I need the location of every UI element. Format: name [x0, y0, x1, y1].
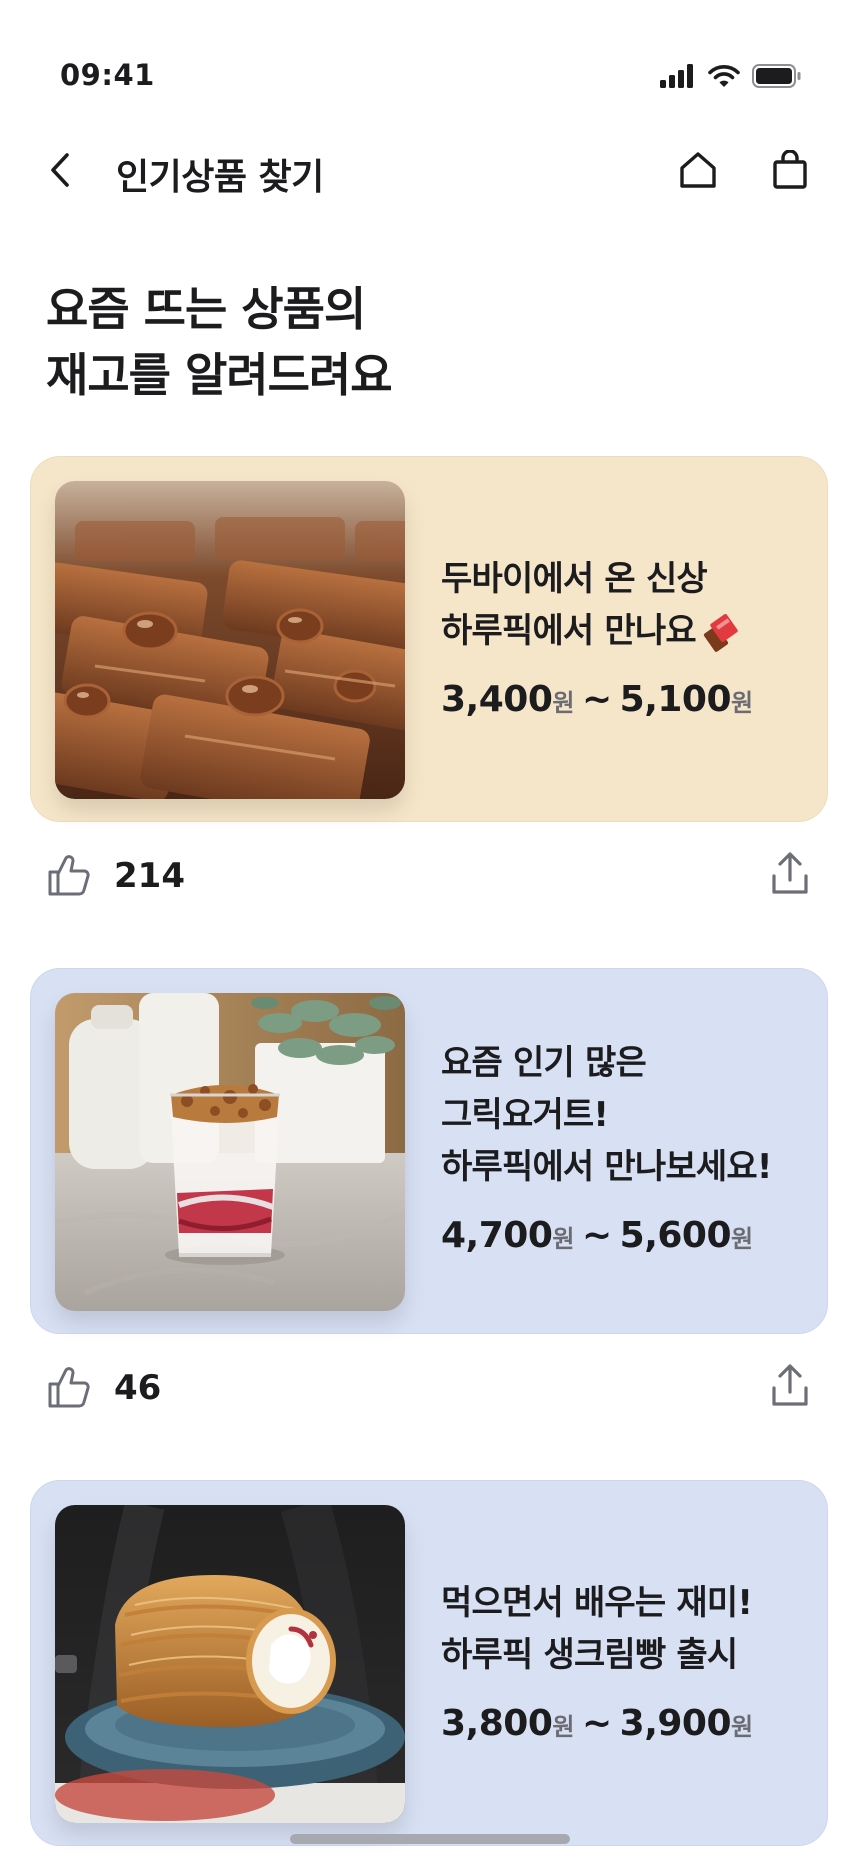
chevron-left-icon — [51, 153, 69, 187]
currency-unit: 원 — [552, 1225, 574, 1253]
price-separator: ~ — [581, 679, 612, 720]
currency-unit: 원 — [731, 1225, 753, 1253]
headline-line-2: 재고를 알려드려요 — [46, 348, 393, 402]
price-separator: ~ — [581, 1215, 612, 1256]
status-icons — [660, 64, 802, 88]
price-min: 3,400 — [441, 679, 553, 720]
product-card-cream-bread[interactable]: 먹으면서 배우는 재미! 하루픽 생크림빵 출시 3,800원 ~3,900원 — [30, 1480, 828, 1846]
thumbs-up-icon[interactable] — [46, 852, 92, 898]
thumbs-up-icon[interactable] — [46, 1364, 92, 1410]
price-min: 4,700 — [441, 1215, 553, 1256]
currency-unit: 원 — [552, 1713, 574, 1741]
price-max: 5,100 — [619, 679, 732, 720]
price-max: 5,600 — [619, 1215, 732, 1256]
page-title: 인기상품 찾기 — [116, 157, 324, 198]
cellular-signal-icon — [660, 64, 693, 88]
price-max: 3,900 — [619, 1703, 732, 1744]
reaction-row: 46 — [0, 1358, 860, 1418]
wifi-icon — [708, 65, 740, 87]
like-count: 46 — [114, 1368, 162, 1408]
product-title: 먹으면서 배우는 재미! 하루픽 생크림빵 출시 — [441, 1577, 807, 1681]
product-card-greek-yogurt[interactable]: 요즘 인기 많은 그릭요거트! 하루픽에서 만나보세요! 4,700원 ~5,60… — [30, 968, 828, 1334]
product-image-chocolate — [55, 481, 405, 799]
price-range: 4,700원 ~5,600원 — [441, 1215, 807, 1256]
reaction-row: 214 — [0, 846, 860, 906]
price-range: 3,800원 ~3,900원 — [441, 1703, 807, 1744]
battery-icon — [752, 64, 801, 88]
currency-unit: 원 — [552, 689, 574, 717]
back-button[interactable] — [40, 148, 80, 192]
share-icon[interactable] — [766, 1362, 814, 1410]
like-count: 214 — [114, 856, 185, 896]
price-separator: ~ — [581, 1703, 612, 1744]
product-image-greek-yogurt — [55, 993, 405, 1311]
product-title-line-2: 하루픽 생크림빵 출시 — [441, 1635, 738, 1675]
share-icon[interactable] — [766, 850, 814, 898]
home-indicator[interactable] — [290, 1834, 570, 1844]
product-info: 두바이에서 온 신상 하루픽에서 만나요 3,400원 ~5,100원 — [441, 553, 807, 720]
nav-bar: 인기상품 찾기 — [0, 130, 860, 210]
chocolate-bar-emoji-icon — [703, 613, 738, 652]
currency-unit: 원 — [731, 689, 753, 717]
home-button[interactable] — [674, 146, 722, 194]
currency-unit: 원 — [731, 1713, 753, 1741]
product-title-line-1: 두바이에서 온 신상 — [441, 559, 708, 599]
screen: 09:41 인기상품 찾기 요즘 뜨는 상품의 재고를 알려드려요 두바이에서 … — [0, 0, 860, 1864]
product-title-line-2-text: 하루픽에서 만나요 — [441, 611, 697, 651]
product-info: 먹으면서 배우는 재미! 하루픽 생크림빵 출시 3,800원 ~3,900원 — [441, 1577, 807, 1744]
status-time: 09:41 — [60, 58, 155, 92]
cart-button[interactable] — [766, 146, 814, 194]
product-title-line-1: 먹으면서 배우는 재미! — [441, 1583, 753, 1623]
product-title-line-2: 그릭요거트! — [441, 1095, 609, 1135]
product-title: 두바이에서 온 신상 하루픽에서 만나요 — [441, 553, 807, 657]
product-card-dubai-chocolate[interactable]: 두바이에서 온 신상 하루픽에서 만나요 3,400원 ~5,100원 — [30, 456, 828, 822]
headline-line-1: 요즘 뜨는 상품의 — [46, 282, 366, 336]
product-image-cream-bread — [55, 1505, 405, 1823]
product-title-line-2: 하루픽에서 만나요 — [441, 605, 807, 657]
price-min: 3,800 — [441, 1703, 553, 1744]
product-title-line-1: 요즘 인기 많은 — [441, 1043, 647, 1083]
headline: 요즘 뜨는 상품의 재고를 알려드려요 — [46, 276, 393, 408]
product-info: 요즘 인기 많은 그릭요거트! 하루픽에서 만나보세요! 4,700원 ~5,60… — [441, 1037, 807, 1256]
shopping-bag-icon — [773, 150, 807, 189]
product-title: 요즘 인기 많은 그릭요거트! 하루픽에서 만나보세요! — [441, 1037, 807, 1193]
home-icon — [680, 152, 716, 188]
price-range: 3,400원 ~5,100원 — [441, 679, 807, 720]
status-bar: 09:41 — [0, 0, 860, 120]
product-title-line-3: 하루픽에서 만나보세요! — [441, 1147, 772, 1187]
